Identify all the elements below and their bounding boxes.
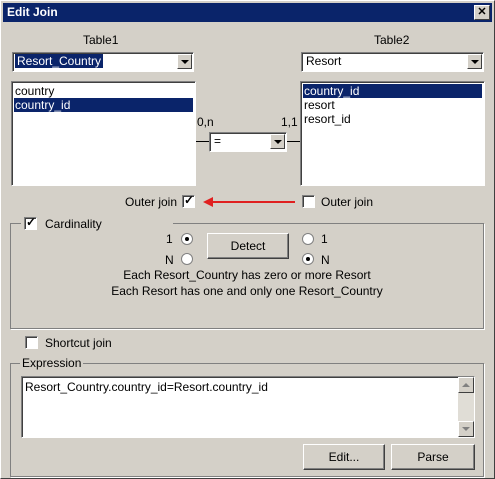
chevron-up-icon <box>462 383 470 387</box>
chevron-down-icon <box>471 60 479 64</box>
close-icon: ✕ <box>477 6 487 18</box>
left-one-radio[interactable] <box>181 233 193 245</box>
list-item[interactable]: country_id <box>303 84 482 98</box>
detect-button[interactable]: Detect <box>207 233 289 259</box>
expression-text: Resort_Country.country_id=Resort.country… <box>25 380 268 394</box>
expression-textarea[interactable]: Resort_Country.country_id=Resort.country… <box>21 376 475 438</box>
outer-join-left-checkbox[interactable]: ✓ <box>182 193 195 208</box>
outer-join-right-label: Outer join <box>321 195 374 209</box>
chevron-down-icon <box>462 427 470 431</box>
right-one-label: 1 <box>321 232 328 246</box>
left-n-radio[interactable] <box>181 253 193 265</box>
table1-dropdown-button[interactable] <box>177 54 192 69</box>
list-item[interactable]: resort <box>303 98 482 112</box>
shortcut-join-label: Shortcut join <box>45 336 112 350</box>
dialog-title: Edit Join <box>7 5 58 19</box>
list-item[interactable]: country <box>14 84 193 98</box>
cardinality-label: Cardinality <box>45 217 102 231</box>
join-line-left <box>196 141 210 142</box>
title-bar[interactable]: Edit Join ✕ <box>3 3 492 22</box>
right-n-radio[interactable] <box>302 253 314 265</box>
list-item[interactable]: resort_id <box>303 112 482 126</box>
cardinality-header: ✓ Cardinality <box>21 215 174 231</box>
edit-button[interactable]: Edit... <box>303 444 385 470</box>
table1-columns-list[interactable]: country country_id <box>11 81 196 186</box>
cardinality-checkbox[interactable]: ✓ <box>24 215 37 230</box>
table2-columns-list[interactable]: country_id resort resort_id <box>300 81 485 186</box>
expression-scrollbar[interactable] <box>458 377 474 437</box>
check-icon: ✓ <box>26 215 37 229</box>
outer-join-right-checkbox[interactable] <box>302 195 315 208</box>
table1-select[interactable]: Resort_Country <box>12 52 194 72</box>
table1-selected-value: Resort_Country <box>15 54 104 68</box>
scroll-up-button[interactable] <box>458 377 474 393</box>
operator-value: = <box>214 134 222 148</box>
parse-button[interactable]: Parse <box>391 444 475 470</box>
left-n-label: N <box>165 253 174 267</box>
expression-label: Expression <box>20 356 84 370</box>
left-one-label: 1 <box>166 232 173 246</box>
outer-join-left-label: Outer join <box>125 195 178 209</box>
edit-join-dialog: Edit Join ✕ Table1 Resort_Country countr… <box>0 0 495 479</box>
close-button[interactable]: ✕ <box>474 5 490 20</box>
chevron-down-icon <box>274 140 282 144</box>
table2-dropdown-button[interactable] <box>467 54 482 69</box>
table2-select[interactable]: Resort <box>301 52 484 72</box>
operator-select[interactable]: = <box>209 132 287 152</box>
left-cardinality-label: 0,n <box>197 115 214 129</box>
operator-dropdown-button[interactable] <box>270 134 285 149</box>
right-one-radio[interactable] <box>302 233 314 245</box>
arrow-annotation-icon <box>203 197 295 207</box>
scroll-down-button[interactable] <box>458 421 474 437</box>
right-cardinality-label: 1,1 <box>281 115 298 129</box>
join-line-right <box>287 141 300 142</box>
table2-label: Table2 <box>374 33 410 47</box>
cardinality-description-1: Each Resort_Country has zero or more Res… <box>123 268 371 282</box>
right-n-label: N <box>321 253 330 267</box>
table1-label: Table1 <box>83 33 119 47</box>
check-icon: ✓ <box>184 193 195 207</box>
list-item[interactable]: country_id <box>14 98 193 112</box>
cardinality-description-2: Each Resort has one and only one Resort_… <box>111 284 383 298</box>
table2-selected-value: Resort <box>306 54 342 68</box>
chevron-down-icon <box>181 60 189 64</box>
shortcut-join-checkbox[interactable] <box>25 336 38 349</box>
